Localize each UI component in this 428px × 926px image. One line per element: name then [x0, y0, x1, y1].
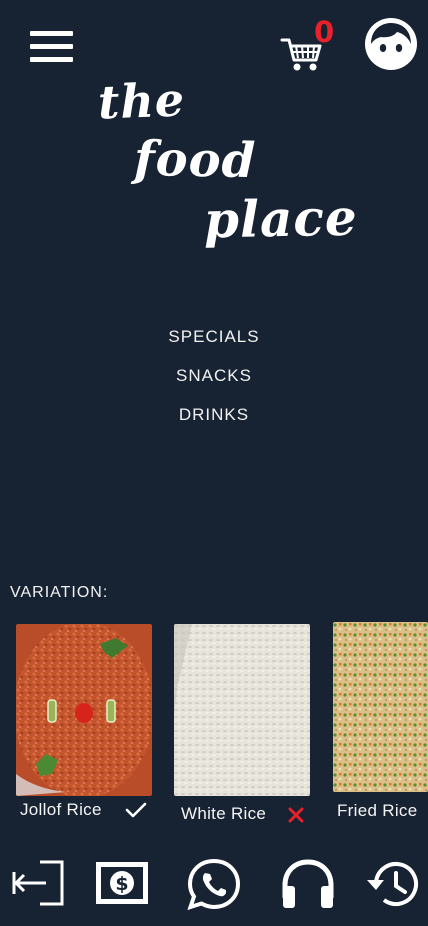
history-button[interactable] — [366, 858, 422, 914]
profile-button[interactable] — [364, 17, 418, 71]
logo-text-place: place — [203, 187, 359, 250]
money-icon: $ — [96, 862, 148, 904]
variation-card-white-rice[interactable]: White Rice — [174, 624, 314, 828]
headphones-support-icon — [282, 859, 334, 908]
payment-button[interactable]: $ — [94, 858, 150, 914]
variation-name-fried-rice: Fried Rice — [337, 801, 418, 820]
variation-card-jollof-rice[interactable]: Jollof Rice — [16, 624, 152, 824]
jollof-rice-image — [16, 624, 152, 796]
menu-bar — [30, 44, 73, 49]
close-icon — [288, 807, 304, 823]
category-snacks[interactable]: SNACKS — [0, 366, 428, 386]
cart-count-badge: 0 — [314, 15, 335, 49]
check-icon — [125, 802, 147, 818]
logout-icon — [12, 860, 64, 906]
user-face-icon — [365, 18, 417, 70]
support-button[interactable] — [281, 858, 337, 914]
menu-bar — [30, 57, 73, 62]
white-rice-image — [174, 624, 310, 796]
whatsapp-icon — [187, 858, 241, 911]
variation-name-white-rice: White Rice — [181, 804, 267, 823]
fried-rice-image — [333, 622, 428, 792]
svg-text:$: $ — [115, 873, 128, 895]
menu-bar — [30, 31, 73, 36]
logout-button[interactable] — [10, 858, 66, 914]
whatsapp-button[interactable] — [186, 858, 242, 914]
variation-label: VARIATION: — [10, 584, 109, 601]
category-drinks[interactable]: DRINKS — [0, 405, 428, 425]
menu-button[interactable] — [30, 31, 73, 63]
category-specials[interactable]: SPECIALS — [0, 327, 428, 347]
variation-name-jollof-rice: Jollof Rice — [20, 800, 102, 819]
logo-text-the: the — [97, 72, 186, 130]
history-icon — [367, 862, 418, 906]
variation-card-fried-rice[interactable]: Fried Rice — [333, 622, 428, 826]
logo-text-food: food — [133, 130, 257, 190]
